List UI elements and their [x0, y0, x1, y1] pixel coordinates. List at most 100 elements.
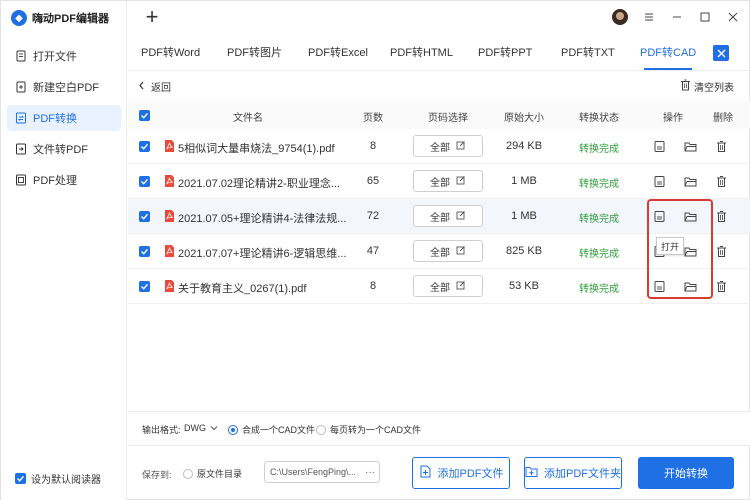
- folder-open-icon[interactable]: [684, 140, 697, 153]
- option-merge[interactable]: 合成一个CAD文件: [228, 423, 315, 436]
- edit-icon: [456, 210, 466, 223]
- tab-pdf-to-word[interactable]: PDF转Word: [141, 39, 200, 69]
- page-range-button[interactable]: 全部: [413, 135, 483, 157]
- preview-icon[interactable]: [653, 140, 666, 153]
- trash-icon[interactable]: [715, 245, 728, 258]
- save-source-option[interactable]: 原文件目录: [183, 467, 242, 480]
- tab-pdf-to-txt[interactable]: PDF转TXT: [561, 39, 615, 69]
- page-count: 65: [366, 175, 380, 187]
- pdf-file-icon: [163, 139, 176, 153]
- save-to-label: 保存到:: [142, 470, 172, 480]
- file-size: 1 MB: [511, 210, 537, 222]
- sidebar-item-pdf-process[interactable]: PDF处理: [7, 167, 121, 193]
- edit-icon: [456, 245, 466, 258]
- file-to-pdf-icon: [15, 143, 27, 155]
- add-pdf-folder-button[interactable]: 添加PDF文件夹: [524, 457, 622, 489]
- sidebar-item-open-file[interactable]: 打开文件: [7, 43, 121, 69]
- row-checkbox[interactable]: [139, 281, 150, 292]
- page-range-button[interactable]: 全部: [413, 170, 483, 192]
- page-count: 72: [366, 210, 380, 222]
- trash-icon[interactable]: [715, 140, 728, 153]
- file-size: 294 KB: [505, 140, 543, 152]
- back-button[interactable]: 返回: [138, 79, 171, 94]
- default-reader-checkbox[interactable]: [15, 473, 26, 484]
- conversion-status: 转换完成: [579, 284, 619, 295]
- tab-pdf-to-ppt[interactable]: PDF转PPT: [478, 39, 532, 69]
- file-name: 关于教育主义_0267(1).pdf: [178, 283, 307, 295]
- sidebar: ◆ 嗨动PDF编辑器 打开文件 新建空白PDF PDF转换 文件转PDF PDF…: [1, 1, 127, 500]
- format-select[interactable]: DWG: [184, 423, 218, 433]
- page-range-button[interactable]: 全部: [413, 240, 483, 262]
- page-range-label: 全部: [430, 282, 450, 294]
- file-name: 5相似词大量串烧法_9754(1).pdf: [178, 143, 335, 155]
- format-value: DWG: [184, 423, 206, 433]
- column-header-size: 原始大小: [504, 113, 544, 124]
- conversion-tabs: PDF转Word PDF转图片 PDF转Excel PDF转HTML PDF转P…: [128, 39, 750, 71]
- source-dir-radio[interactable]: [183, 468, 193, 479]
- tab-pdf-to-html[interactable]: PDF转HTML: [390, 39, 453, 69]
- sidebar-item-new-pdf[interactable]: 新建空白PDF: [7, 74, 121, 100]
- file-open-icon: [15, 50, 27, 62]
- edit-icon: [456, 175, 466, 188]
- chevron-left-icon: [138, 81, 145, 93]
- tab-pdf-to-image[interactable]: PDF转图片: [227, 39, 282, 69]
- sidebar-item-label: 打开文件: [33, 51, 77, 63]
- preview-icon[interactable]: [653, 175, 666, 188]
- add-tab-button[interactable]: +: [142, 6, 162, 28]
- chevron-down-icon: [210, 423, 218, 433]
- folder-open-icon[interactable]: [684, 175, 697, 188]
- add-file-label: 添加PDF文件: [437, 468, 504, 480]
- select-all-checkbox[interactable]: [139, 110, 150, 121]
- close-icon[interactable]: [726, 10, 740, 24]
- page-range-label: 全部: [430, 247, 450, 259]
- add-folder-label: 添加PDF文件夹: [544, 468, 621, 480]
- row-checkbox[interactable]: [139, 176, 150, 187]
- window-controls: [612, 9, 740, 25]
- save-path-value: C:\Users\FengPing\...: [270, 467, 357, 477]
- merge-radio[interactable]: [228, 424, 238, 435]
- option-each-page[interactable]: 每页转为一个CAD文件: [316, 423, 421, 436]
- add-pdf-file-button[interactable]: 添加PDF文件: [412, 457, 510, 489]
- close-panel-button[interactable]: [713, 45, 729, 61]
- tab-pdf-to-excel[interactable]: PDF转Excel: [308, 39, 368, 69]
- column-header-name: 文件名: [233, 113, 263, 124]
- start-convert-button[interactable]: 开始转换: [638, 457, 734, 489]
- page-range-button[interactable]: 全部: [413, 205, 483, 227]
- sidebar-item-pdf-convert[interactable]: PDF转换: [7, 105, 121, 131]
- file-name: 2021.07.02理论精讲2-职业理念...: [178, 178, 341, 190]
- avatar[interactable]: [612, 9, 628, 25]
- sidebar-item-label: PDF转换: [33, 113, 77, 125]
- sidebar-item-file-to-pdf[interactable]: 文件转PDF: [7, 136, 121, 162]
- each-page-radio[interactable]: [316, 424, 326, 435]
- trash-icon[interactable]: [715, 175, 728, 188]
- conversion-status: 转换完成: [579, 144, 619, 155]
- row-checkbox[interactable]: [139, 246, 150, 257]
- default-reader-toggle[interactable]: 设为默认阅读器: [15, 471, 101, 486]
- file-name: 2021.07.05+理论精讲4-法律法规...: [178, 213, 347, 225]
- sidebar-item-label: PDF处理: [33, 175, 77, 187]
- sidebar-item-label: 文件转PDF: [33, 144, 88, 156]
- clear-list-button[interactable]: 清空列表: [680, 79, 734, 94]
- merge-label: 合成一个CAD文件: [242, 425, 316, 435]
- conversion-status: 转换完成: [579, 214, 619, 225]
- column-header-delete: 删除: [713, 113, 733, 124]
- menu-icon[interactable]: [642, 10, 656, 24]
- maximize-icon[interactable]: [698, 10, 712, 24]
- page-range-button[interactable]: 全部: [413, 275, 483, 297]
- save-path-field[interactable]: C:\Users\FengPing\... ···: [264, 461, 380, 483]
- row-checkbox[interactable]: [139, 141, 150, 152]
- pdf-file-icon: [163, 209, 176, 223]
- edit-icon: [456, 140, 466, 153]
- back-label: 返回: [151, 83, 171, 94]
- page-range-label: 全部: [430, 142, 450, 154]
- sidebar-item-label: 新建空白PDF: [33, 82, 99, 94]
- trash-icon[interactable]: [715, 280, 728, 293]
- file-size: 1 MB: [511, 175, 537, 187]
- browse-path-button[interactable]: ···: [361, 467, 379, 478]
- tab-pdf-to-cad[interactable]: PDF转CAD: [640, 39, 696, 70]
- each-page-label: 每页转为一个CAD文件: [330, 425, 422, 435]
- row-checkbox[interactable]: [139, 211, 150, 222]
- minimize-icon[interactable]: [670, 10, 684, 24]
- trash-icon[interactable]: [715, 210, 728, 223]
- table-row: 2021.07.02理论精讲2-职业理念... 65 全部 1 MB 转换完成: [128, 164, 750, 199]
